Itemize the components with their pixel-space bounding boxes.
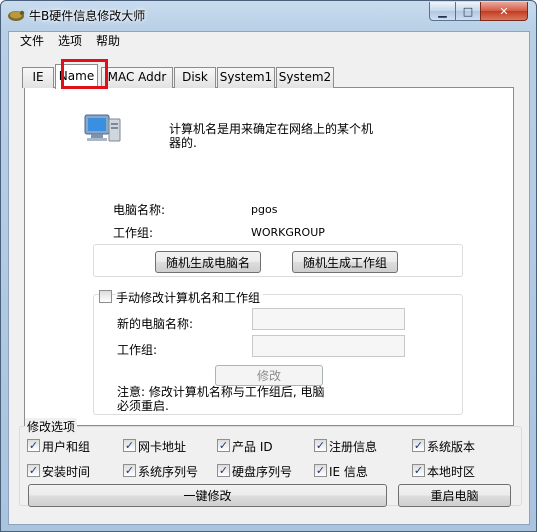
option-label-disk-serial: 硬盘序列号 (232, 465, 293, 479)
random-buttons-group (93, 244, 463, 277)
option-label-system-serial: 系统序列号 (138, 465, 199, 479)
workgroup-label: 工作组: (113, 226, 154, 240)
menu-help[interactable]: 帮助 (89, 32, 127, 51)
tab-name[interactable]: Name (55, 64, 98, 89)
checkmark-icon: ✓ (413, 439, 424, 452)
minimize-button[interactable]: ▁ (429, 2, 456, 21)
option-checkbox-disk-serial[interactable]: ✓ (217, 464, 230, 477)
checkmark-icon: ✓ (413, 464, 424, 477)
computer-icon (84, 114, 121, 142)
manual-modify-label: 手动修改计算机名和工作组 (116, 289, 264, 306)
client-area: 文件 选项 帮助 计算机名是用来确定在网络上的某个机器的. 电脑名称: pgos… (8, 31, 530, 525)
option-checkbox-local-timezone[interactable]: ✓ (412, 464, 425, 477)
minimize-icon: ▁ (438, 4, 447, 18)
option-label-ie-info: IE 信息 (329, 465, 368, 479)
checkmark-icon: ✓ (315, 439, 326, 452)
restart-note: 注意: 修改计算机名称与工作组后, 电脑必须重启. (117, 385, 325, 413)
apply-all-button[interactable]: 一键修改 (28, 484, 387, 507)
menu-options[interactable]: 选项 (51, 32, 89, 51)
maximize-button[interactable]: □ (455, 2, 481, 21)
workgroup-value: WORKGROUP (251, 226, 325, 239)
option-checkbox-install-time[interactable]: ✓ (27, 464, 40, 477)
close-button[interactable]: ✕ (480, 2, 528, 21)
restart-computer-button[interactable]: 重启电脑 (398, 484, 511, 507)
modify-button[interactable]: 修改 (215, 365, 323, 386)
modify-options-legend: 修改选项 (25, 418, 78, 435)
maximize-icon: □ (462, 4, 474, 18)
random-workgroup-button[interactable]: 随机生成工作组 (292, 251, 398, 273)
option-checkbox-system-version[interactable]: ✓ (412, 439, 425, 452)
window-title: 牛B硬件信息修改大师 (29, 9, 146, 23)
app-window: 牛B硬件信息修改大师 ▁ □ ✕ 文件 选项 帮助 计算机名是用来确定在网络上的… (0, 0, 537, 532)
option-label-users-groups: 用户和组 (42, 440, 91, 454)
option-checkbox-nic-address[interactable]: ✓ (123, 439, 136, 452)
new-computer-name-input[interactable] (252, 308, 405, 330)
checkmark-icon: ✓ (218, 439, 229, 452)
tab-system2[interactable]: System2 (276, 67, 334, 88)
app-logo-icon (8, 10, 25, 21)
option-label-system-version: 系统版本 (427, 440, 476, 454)
new-workgroup-input[interactable] (252, 335, 405, 357)
manual-modify-checkbox[interactable] (99, 290, 112, 303)
checkmark-icon: ✓ (124, 439, 135, 452)
option-checkbox-registration[interactable]: ✓ (314, 439, 327, 452)
tab-mac-addr[interactable]: MAC Addr (101, 67, 173, 88)
title-bar[interactable]: 牛B硬件信息修改大师 ▁ □ ✕ (1, 1, 536, 31)
option-label-product-id: 产品 ID (232, 440, 273, 454)
computer-name-label: 电脑名称: (113, 203, 166, 217)
option-label-registration: 注册信息 (329, 440, 378, 454)
random-computer-name-button[interactable]: 随机生成电脑名 (155, 251, 261, 273)
menu-bar: 文件 选项 帮助 (9, 32, 529, 51)
checkmark-icon: ✓ (218, 464, 229, 477)
checkmark-icon: ✓ (315, 464, 326, 477)
option-label-local-timezone: 本地时区 (427, 465, 476, 479)
computer-name-value: pgos (251, 203, 278, 216)
checkmark-icon: ✓ (28, 464, 39, 477)
tab-system1[interactable]: System1 (217, 67, 275, 88)
new-computer-name-label: 新的电脑名称: (117, 317, 194, 331)
option-checkbox-system-serial[interactable]: ✓ (123, 464, 136, 477)
menu-file[interactable]: 文件 (13, 32, 51, 51)
close-icon: ✕ (499, 4, 509, 18)
name-tab-panel: 计算机名是用来确定在网络上的某个机器的. 电脑名称: pgos 工作组: WOR… (24, 87, 514, 426)
option-checkbox-ie-info[interactable]: ✓ (314, 464, 327, 477)
tab-disk[interactable]: Disk (174, 67, 216, 88)
checkmark-icon: ✓ (28, 439, 39, 452)
tab-ie[interactable]: IE (22, 67, 54, 88)
option-checkbox-product-id[interactable]: ✓ (217, 439, 230, 452)
option-label-nic-address: 网卡地址 (138, 440, 187, 454)
option-checkbox-users-groups[interactable]: ✓ (27, 439, 40, 452)
option-label-install-time: 安装时间 (42, 465, 91, 479)
new-workgroup-label: 工作组: (117, 343, 158, 357)
computer-name-description: 计算机名是用来确定在网络上的某个机器的. (169, 122, 374, 150)
checkmark-icon: ✓ (124, 464, 135, 477)
